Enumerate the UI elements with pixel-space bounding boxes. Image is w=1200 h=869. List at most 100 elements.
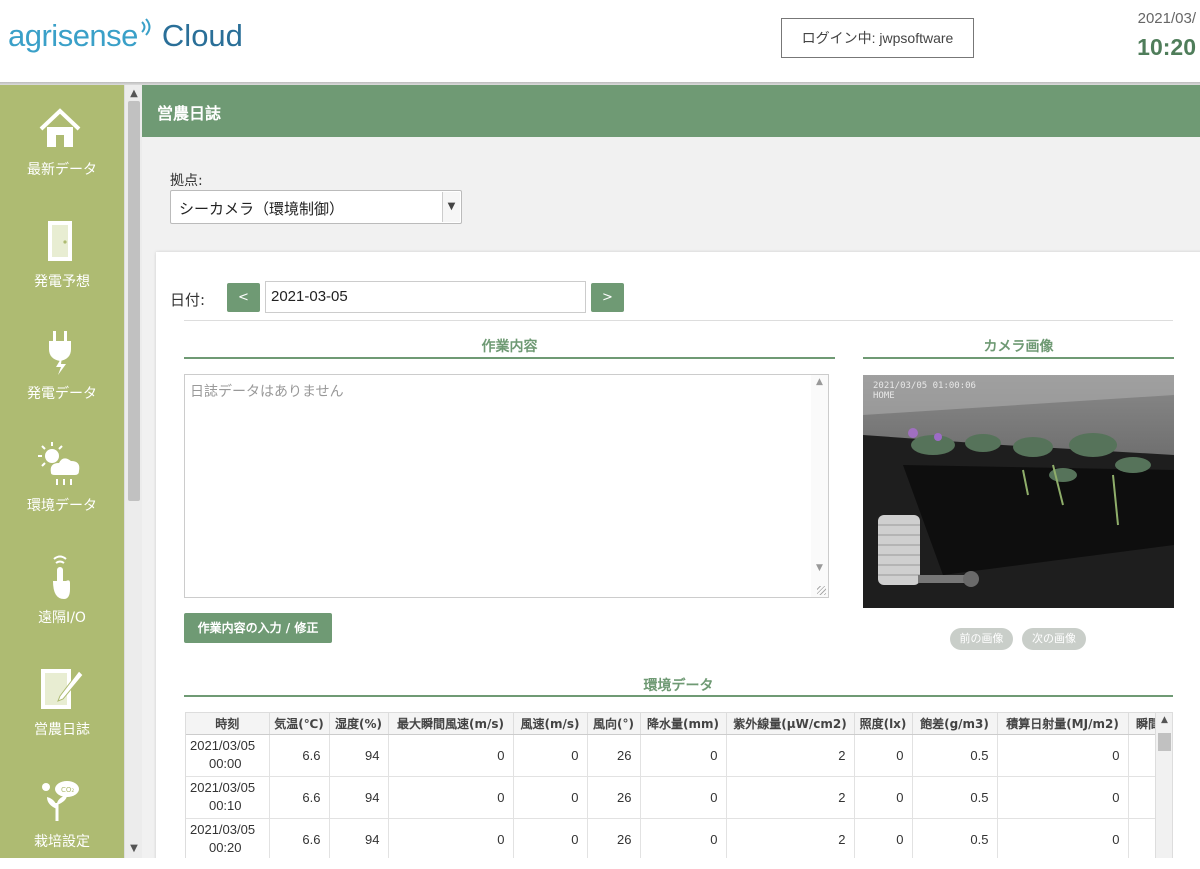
cell-max-gust: 0 xyxy=(388,776,514,819)
work-placeholder: 日誌データはありません xyxy=(190,384,344,400)
table-row: 2021/03/05 00:00 6.6 94 0 0 26 0 2 0 0.5 … xyxy=(186,734,1169,777)
sidebar-scrollbar[interactable]: ▲ ▼ xyxy=(124,85,142,858)
textarea-scrollbar[interactable]: ▲ ▼ xyxy=(811,375,828,597)
column-header[interactable]: 風向(°) xyxy=(587,713,641,735)
remote-touch-icon xyxy=(53,555,70,599)
login-status: ログイン中: jwpsoftware xyxy=(781,18,974,58)
cell-solar: 0 xyxy=(997,818,1129,858)
section-underline xyxy=(184,357,835,359)
cell-rain: 0 xyxy=(640,818,727,858)
cell-time-text: 00:20 xyxy=(208,840,242,855)
svg-text:CO₂: CO₂ xyxy=(61,786,74,794)
cell-lux: 0 xyxy=(854,734,913,777)
app-header: agrisense Cloud ログイン中: jwpsoftware 2021/… xyxy=(0,0,1200,84)
sidebar-item-label: 発電予想 xyxy=(34,274,90,290)
cell-temp: 6.6 xyxy=(269,734,330,777)
env-data-table[interactable]: 時刻 気温(℃) 湿度(%) 最大瞬間風速(m/s) 風速(m/s) 風向(°)… xyxy=(185,712,1173,858)
sidebar-item-label: 栽培設定 xyxy=(34,834,90,850)
current-date: 2021/03/ xyxy=(1137,10,1196,27)
camera-timestamp: 2021/03/05 01:00:06 HOME xyxy=(873,381,976,401)
cell-vpd: 0.5 xyxy=(912,818,998,858)
base-select[interactable]: シーカメラ（環境制御） ▼ xyxy=(170,190,462,224)
cell-date-text: 2021/03/05 xyxy=(190,780,256,795)
cell-uv: 2 xyxy=(726,818,855,858)
cell-wind-speed: 0 xyxy=(513,776,588,819)
plug-bolt-icon xyxy=(49,331,71,375)
base-label: 拠点: xyxy=(170,173,203,189)
column-header[interactable]: 時刻 xyxy=(186,713,270,735)
cell-max-gust: 0 xyxy=(388,734,514,777)
table-row: 2021/03/05 00:10 6.6 94 0 0 26 0 2 0 0.5 … xyxy=(186,776,1169,819)
env-section-title: 環境データ xyxy=(643,678,714,694)
column-header[interactable]: 紫外線量(μW/cm2) xyxy=(726,713,855,735)
cell-solar: 0 xyxy=(997,776,1129,819)
scrollbar-thumb[interactable] xyxy=(1158,733,1171,751)
cell-time-text: 00:00 xyxy=(208,756,242,771)
next-image-button[interactable]: 次の画像 xyxy=(1022,628,1086,650)
table-header-row: 時刻 気温(℃) 湿度(%) 最大瞬間風速(m/s) 風速(m/s) 風向(°)… xyxy=(186,713,1169,735)
column-header[interactable]: 積算日射量(MJ/m2) xyxy=(997,713,1129,735)
cell-time: 2021/03/05 00:00 xyxy=(186,734,270,777)
cell-humidity: 94 xyxy=(329,776,389,819)
cell-wind-dir: 26 xyxy=(587,734,641,777)
greenhouse-photo xyxy=(863,375,1174,608)
scroll-up-icon[interactable]: ▲ xyxy=(1156,715,1172,725)
weather-icon xyxy=(38,442,80,485)
table-scrollbar[interactable]: ▲ xyxy=(1155,713,1172,858)
edit-work-button[interactable]: 作業内容の入力 / 修正 xyxy=(184,613,332,643)
prev-date-button[interactable]: < xyxy=(227,283,260,312)
sidebar-item-farm-diary[interactable]: 営農日誌 xyxy=(0,645,124,757)
cell-time: 2021/03/05 00:10 xyxy=(186,776,270,819)
sidebar-item-latest-data[interactable]: 最新データ xyxy=(0,85,124,197)
column-header[interactable]: 湿度(%) xyxy=(329,713,389,735)
sidebar-item-label: 遠隔I/O xyxy=(38,610,86,626)
camera-image: 2021/03/05 01:00:06 HOME xyxy=(863,375,1174,608)
sidebar-item-remote-io[interactable]: 遠隔I/O xyxy=(0,533,124,645)
cell-humidity: 94 xyxy=(329,818,389,858)
scroll-down-icon[interactable]: ▼ xyxy=(811,563,828,577)
sidebar-item-cultivation-settings[interactable]: CO₂ 栽培設定 xyxy=(0,757,124,869)
cell-solar: 0 xyxy=(997,734,1129,777)
chevron-down-icon[interactable]: ▼ xyxy=(442,192,460,222)
prev-image-button[interactable]: 前の画像 xyxy=(950,628,1013,650)
sidebar-item-label: 環境データ xyxy=(27,498,97,514)
work-content-textarea[interactable]: 日誌データはありません ▲ ▼ xyxy=(184,374,829,598)
date-label: 日付: xyxy=(170,291,206,309)
page-title: 営農日誌 xyxy=(157,104,222,123)
scroll-down-icon[interactable]: ▼ xyxy=(125,842,143,856)
date-input-value: 2021-03-05 xyxy=(271,288,348,305)
column-header[interactable]: 最大瞬間風速(m/s) xyxy=(388,713,514,735)
column-header[interactable]: 照度(lx) xyxy=(854,713,913,735)
section-underline xyxy=(863,357,1174,359)
cell-rain: 0 xyxy=(640,776,727,819)
camera-section-title: カメラ画像 xyxy=(983,339,1054,355)
column-header[interactable]: 風速(m/s) xyxy=(513,713,588,735)
current-time: 10:20 xyxy=(1137,34,1196,60)
cell-date-text: 2021/03/05 xyxy=(190,822,256,837)
scroll-up-icon[interactable]: ▲ xyxy=(125,87,143,101)
resize-grip-icon[interactable] xyxy=(817,586,826,595)
plant-co2-icon: CO₂ xyxy=(42,781,79,821)
logo-suffix: Cloud xyxy=(161,18,243,53)
cell-wind-speed: 0 xyxy=(513,734,588,777)
cell-vpd: 0.5 xyxy=(912,734,998,777)
cell-time: 2021/03/05 00:20 xyxy=(186,818,270,858)
cell-vpd: 0.5 xyxy=(912,776,998,819)
column-header[interactable]: 気温(℃) xyxy=(269,713,330,735)
cell-humidity: 94 xyxy=(329,734,389,777)
cell-wind-speed: 0 xyxy=(513,818,588,858)
sidebar-item-env-data[interactable]: 環境データ xyxy=(0,421,124,533)
agrisense-logo[interactable]: agrisense Cloud xyxy=(8,18,243,58)
notebook-pen-icon xyxy=(41,669,83,709)
base-select-value: シーカメラ（環境制御） xyxy=(179,200,345,218)
scroll-up-icon[interactable]: ▲ xyxy=(811,377,828,391)
work-section-title: 作業内容 xyxy=(481,339,538,355)
scrollbar-thumb[interactable] xyxy=(128,101,140,501)
next-date-button[interactable]: > xyxy=(591,283,624,312)
column-header[interactable]: 降水量(mm) xyxy=(640,713,727,735)
sidebar-item-label: 最新データ xyxy=(27,162,97,178)
sidebar-item-power-data[interactable]: 発電データ xyxy=(0,309,124,421)
sidebar-item-power-forecast[interactable]: 発電予想 xyxy=(0,197,124,309)
date-input[interactable]: 2021-03-05 xyxy=(265,281,586,313)
column-header[interactable]: 飽差(g/m3) xyxy=(912,713,998,735)
